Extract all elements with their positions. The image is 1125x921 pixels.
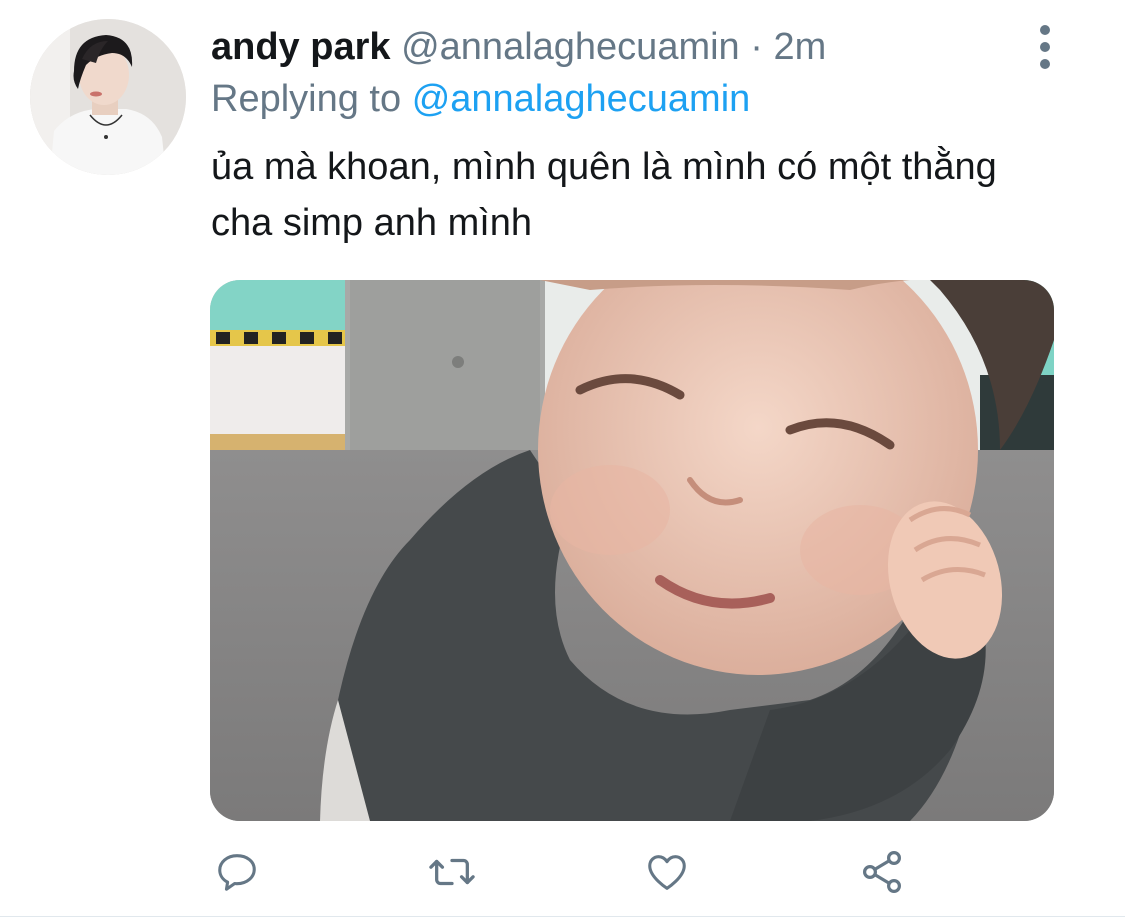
tweet-header: andy park @annalaghecuamin · 2m	[211, 22, 826, 72]
more-dot	[1040, 25, 1050, 35]
reply-icon[interactable]	[207, 840, 267, 904]
heart-icon[interactable]	[637, 840, 697, 904]
more-dot	[1040, 42, 1050, 52]
replying-prefix: Replying to	[211, 78, 402, 120]
share-icon[interactable]	[852, 840, 912, 904]
replying-to-mention[interactable]: @annalaghecuamin	[412, 78, 751, 120]
tweet-text: ủa mà khoan, mình quên là mình có một th…	[211, 146, 997, 244]
author-name[interactable]: andy park	[211, 26, 391, 68]
retweet-icon[interactable]	[422, 840, 482, 904]
separator-dot: ·	[750, 26, 763, 68]
replying-to-line: Replying to @annalaghecuamin	[211, 74, 750, 124]
author-handle[interactable]: @annalaghecuamin	[401, 26, 740, 68]
tweet-media-image[interactable]	[210, 280, 1054, 821]
tweet[interactable]: andy park @annalaghecuamin · 2m Replying…	[0, 0, 1125, 921]
tweet-actions	[0, 840, 1125, 904]
more-options-icon[interactable]	[1025, 25, 1065, 69]
avatar[interactable]	[30, 19, 186, 175]
tweet-timestamp[interactable]: 2m	[773, 26, 826, 68]
more-dot	[1040, 59, 1050, 69]
divider	[0, 916, 1125, 917]
